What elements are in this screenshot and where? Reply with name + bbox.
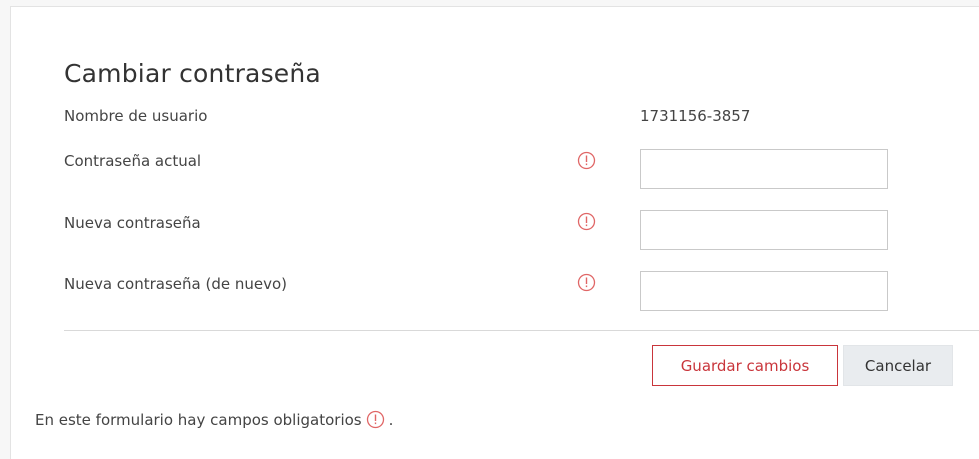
required-exclamation-icon [577, 212, 596, 231]
required-fields-note: En este formulario hay campos obligatori… [35, 410, 393, 429]
current-password-input[interactable] [640, 149, 888, 189]
new-password-again-input[interactable] [640, 271, 888, 311]
username-value: 1731156-3857 [640, 107, 751, 125]
required-note-period: . [388, 410, 394, 429]
page-title: Cambiar contraseña [64, 59, 321, 88]
new-password-input[interactable] [640, 210, 888, 250]
cancel-button[interactable]: Cancelar [843, 345, 953, 386]
change-password-card: Cambiar contraseña Nombre de usuario 173… [10, 6, 979, 459]
required-exclamation-icon [577, 151, 596, 170]
new-password-label: Nueva contraseña [64, 214, 201, 232]
required-exclamation-icon [366, 410, 385, 429]
username-label: Nombre de usuario [64, 107, 208, 125]
form-divider [64, 330, 979, 331]
new-password-again-label: Nueva contraseña (de nuevo) [64, 275, 287, 293]
required-note-text: En este formulario hay campos obligatori… [35, 410, 362, 429]
required-exclamation-icon [577, 273, 596, 292]
save-changes-button[interactable]: Guardar cambios [652, 345, 838, 386]
current-password-label: Contraseña actual [64, 152, 202, 170]
